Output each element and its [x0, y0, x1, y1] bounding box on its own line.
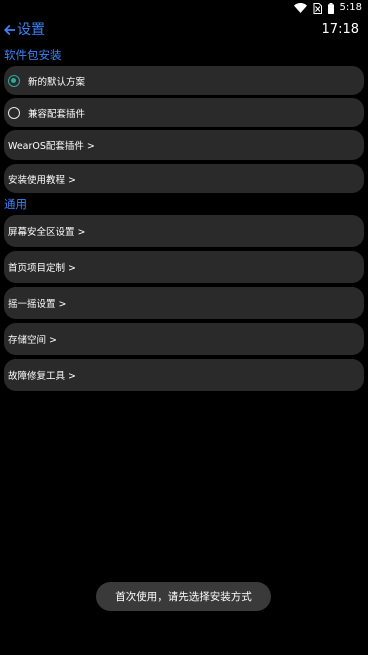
link-label: 屏幕安全区设置 >: [8, 227, 86, 238]
link-label: 存储空间 >: [8, 335, 57, 346]
link-label: 首页项目定制 >: [8, 263, 76, 274]
link-label: 故障修复工具 >: [8, 371, 76, 382]
link-install-tutorial[interactable]: 安装使用教程 >: [4, 164, 364, 193]
option-label: 兼容配套插件: [28, 108, 86, 120]
link-label: 摇一摇设置 >: [8, 299, 67, 310]
link-home-customize[interactable]: 首页项目定制 >: [4, 251, 364, 283]
page-title: 设置: [17, 22, 45, 38]
link-wearos-plugin[interactable]: WearOS配套插件 >: [4, 130, 364, 160]
link-storage[interactable]: 存储空间 >: [4, 323, 364, 355]
radio-unchecked-icon[interactable]: [8, 106, 20, 119]
status-bar: 5:18: [0, 0, 368, 16]
section-title-package: 软件包安装: [4, 48, 62, 62]
section-title-general: 通用: [4, 197, 27, 211]
link-label: 安装使用教程 >: [8, 174, 76, 186]
header: 设置 17:18: [0, 18, 368, 44]
toast-message: 首次使用，请先选择安装方式: [96, 582, 271, 611]
status-icons: 5:18: [293, 2, 362, 14]
option-new-default[interactable]: 新的默认方案: [4, 66, 364, 95]
clock: 17:18: [321, 22, 359, 37]
wifi-icon: [293, 3, 307, 13]
back-button[interactable]: 设置: [4, 20, 45, 40]
link-screen-safe-area[interactable]: 屏幕安全区设置 >: [4, 215, 364, 247]
radio-checked-icon[interactable]: [8, 74, 20, 87]
no-sim-icon: [313, 2, 322, 14]
link-repair-tools[interactable]: 故障修复工具 >: [4, 359, 364, 391]
toast-text: 首次使用，请先选择安装方式: [115, 591, 252, 603]
arrow-left-icon: [4, 25, 15, 35]
battery-icon: [327, 2, 334, 14]
option-label: 新的默认方案: [28, 76, 86, 88]
link-label: WearOS配套插件 >: [8, 141, 95, 152]
status-time: 5:18: [339, 2, 362, 13]
option-compat-plugin[interactable]: 兼容配套插件: [4, 98, 364, 127]
link-shake-settings[interactable]: 摇一摇设置 >: [4, 287, 364, 319]
